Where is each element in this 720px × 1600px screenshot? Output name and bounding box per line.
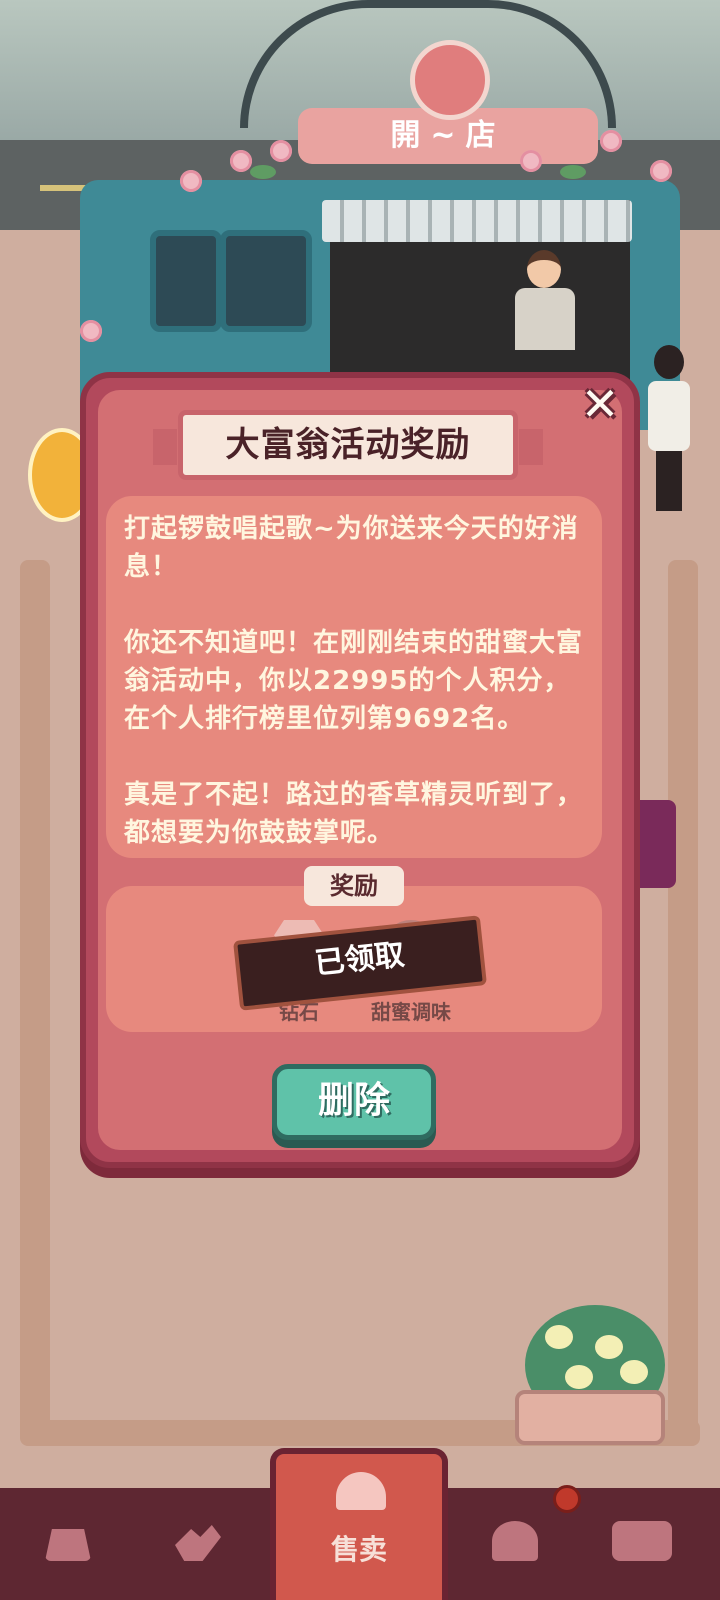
- nav-item-person[interactable]: [465, 1496, 565, 1586]
- handshake-icon: [175, 1525, 221, 1561]
- message-paragraph: 你还不知道吧！在刚刚结束的甜蜜大富翁活动中，你以22995的个人积分，在个人排行…: [124, 628, 584, 734]
- truck-awning: [322, 200, 632, 242]
- flower-decoration: [520, 150, 542, 172]
- vendor-body: [515, 288, 575, 350]
- reward-section-label: 奖励: [304, 866, 404, 906]
- flower-pot: [515, 1390, 665, 1445]
- flower-decoration: [650, 160, 672, 182]
- nav-item-handshake[interactable]: [148, 1496, 248, 1586]
- leaf-decoration: [560, 165, 586, 179]
- leaf-decoration: [250, 165, 276, 179]
- plaza-border-left: [20, 560, 50, 1440]
- message-paragraph: 打起锣鼓唱起歌~为你送来今天的好消息！: [124, 514, 579, 582]
- bag-icon: [45, 1529, 91, 1561]
- flower-decoration: [230, 150, 252, 172]
- person-icon: [492, 1521, 538, 1561]
- bush-flower: [620, 1360, 648, 1384]
- close-button[interactable]: ✕: [574, 380, 626, 432]
- bush-flower: [595, 1335, 623, 1359]
- bush-flower: [545, 1325, 573, 1349]
- title-ribbon: 大富翁活动奖励: [153, 410, 543, 480]
- delete-button[interactable]: 删除: [272, 1064, 436, 1140]
- truck-window: [150, 230, 222, 332]
- nav-label: 售卖: [330, 1533, 387, 1566]
- vendor-head: [527, 250, 561, 288]
- message-paragraph: 真是了不起！路过的香草精灵听到了，都想要为你鼓鼓掌呢。: [124, 780, 584, 848]
- nav-item-sell[interactable]: 售卖: [270, 1448, 448, 1600]
- nav-item-bag[interactable]: [18, 1496, 118, 1586]
- dialog-title: 大富翁活动奖励: [225, 425, 471, 465]
- customer-body: [648, 381, 690, 451]
- flower-decoration: [180, 170, 202, 192]
- bus-icon: [612, 1521, 672, 1561]
- plaza-border-right: [668, 560, 698, 1440]
- message-text: 打起锣鼓唱起歌~为你送来今天的好消息！ 你还不知道吧！在刚刚结束的甜蜜大富翁活动…: [124, 510, 594, 852]
- reward-name: 甜蜜调味: [371, 1000, 451, 1024]
- vendor-character: [515, 250, 575, 350]
- nav-item-bus[interactable]: [592, 1496, 692, 1586]
- bush-flower: [565, 1365, 593, 1389]
- customer-legs: [656, 451, 682, 511]
- notification-dot: [553, 1485, 581, 1513]
- truck-window: [220, 230, 312, 332]
- customer-head: [654, 345, 684, 379]
- owner-avatar[interactable]: [410, 40, 490, 120]
- flower-decoration: [600, 130, 622, 152]
- service-bell-icon: [336, 1472, 386, 1510]
- flower-decoration: [80, 320, 102, 342]
- flower-decoration: [270, 140, 292, 162]
- customer-character[interactable]: [648, 345, 690, 515]
